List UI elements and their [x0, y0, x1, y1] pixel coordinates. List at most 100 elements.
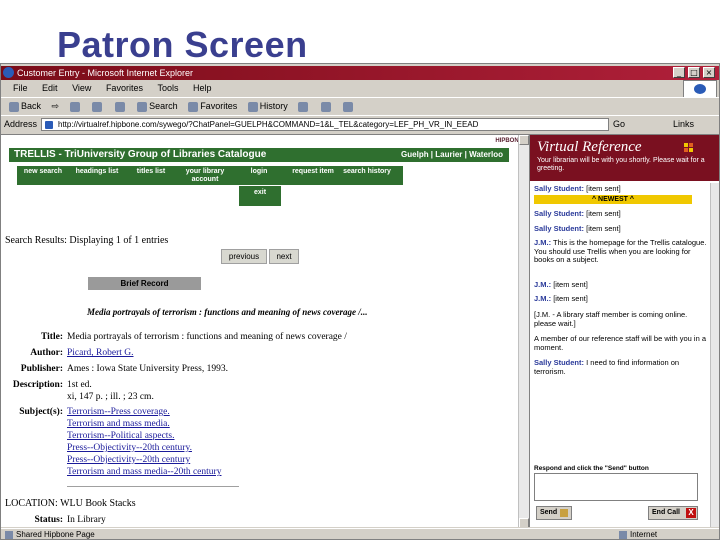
catalogue-nav: new search headings list titles list you… — [17, 166, 403, 185]
chat-system-message: A member of our reference staff will be … — [534, 334, 707, 352]
favorites-button[interactable]: Favorites — [188, 98, 237, 115]
nav-library-account[interactable]: your library account — [181, 166, 229, 184]
subject-link[interactable]: Terrorism--Political aspects. — [67, 431, 175, 441]
exit-button[interactable]: exit — [239, 186, 281, 206]
stop-icon — [69, 101, 80, 112]
status-zone-text: Internet — [630, 530, 658, 539]
scroll-down-arrow-icon[interactable] — [519, 518, 529, 527]
nav-login[interactable]: login — [235, 166, 283, 176]
subject-link[interactable]: Press--Objectivity--20th century. — [67, 443, 192, 453]
mail-icon — [298, 101, 309, 112]
respond-input[interactable] — [534, 473, 698, 501]
history-button[interactable]: History — [247, 98, 288, 115]
back-arrow-icon — [9, 101, 19, 112]
location-text: LOCATION: WLU Book Stacks — [5, 498, 136, 509]
refresh-button[interactable] — [92, 98, 104, 115]
search-label: Search — [149, 101, 178, 111]
minimize-button[interactable]: _ — [673, 67, 685, 78]
chat-message: Sally Student: [item sent] — [534, 209, 708, 219]
author-link[interactable]: Picard, Robert G. — [67, 348, 134, 358]
chat-message: Sally Student: [item sent] — [534, 184, 708, 194]
search-button[interactable]: Search — [137, 98, 178, 115]
chat-message: J.M.: [item sent] — [534, 294, 708, 304]
chat-text: [item sent] — [586, 224, 621, 233]
address-bar: Address http://virtualref.hipbone.com/sy… — [1, 115, 719, 132]
menu-edit[interactable]: Edit — [42, 81, 58, 96]
chat-text: [item sent] — [586, 209, 621, 218]
go-button[interactable]: Go — [613, 118, 663, 131]
chat-sender: Sally Student: — [534, 209, 585, 218]
favorites-label: Favorites — [200, 101, 238, 111]
links-button[interactable]: Links — [673, 119, 694, 129]
chat-text: This is the homepage for the Trellis cat… — [534, 238, 707, 264]
publisher-value: Ames : Iowa State University Press, 1993… — [67, 364, 228, 374]
chat-text: [item sent] — [553, 294, 588, 303]
chat-sender: Sally Student: — [534, 224, 585, 233]
history-label: History — [259, 101, 288, 111]
subject-link[interactable]: Terrorism and mass media--20th century — [67, 467, 221, 477]
brief-record-tab[interactable]: Brief Record — [88, 277, 201, 290]
print-button[interactable] — [320, 98, 333, 115]
status-left: Shared Hipbone Page — [5, 529, 95, 540]
address-input[interactable]: http://virtualref.hipbone.com/sywego/?Ch… — [41, 118, 609, 131]
mail-button[interactable] — [298, 98, 310, 115]
virtual-reference-panel: Virtual Reference Your librarian will be… — [529, 135, 719, 527]
description-physical: xi, 147 p. ; ill. ; 23 cm. — [67, 392, 154, 402]
title-value: Media portrayals of terrorism : function… — [67, 332, 347, 342]
nav-titles-list[interactable]: titles list — [127, 166, 175, 176]
chat-message: J.M.: [item sent] — [534, 280, 708, 290]
newest-marker: ^ NEWEST ^ — [534, 195, 692, 204]
search-icon — [137, 101, 148, 112]
chat-scrollbar[interactable] — [710, 183, 719, 527]
subject-link[interactable]: Press--Objectivity--20th century — [67, 455, 190, 465]
description-label: Description: — [12, 380, 63, 390]
chat-message: Sally Student: I need to find informatio… — [534, 358, 708, 376]
subject-link[interactable]: Terrorism and mass media. — [67, 419, 170, 429]
previous-button[interactable]: previous — [221, 249, 267, 264]
forward-button[interactable]: ⇨ — [52, 98, 60, 115]
history-icon — [247, 101, 258, 112]
menu-view[interactable]: View — [72, 81, 91, 96]
nav-headings-list[interactable]: headings list — [73, 166, 121, 176]
record-divider — [67, 486, 239, 487]
internet-zone-icon — [619, 530, 627, 539]
subjects-label: Subject(s): — [19, 407, 63, 417]
chat-sender: Sally Student: — [534, 184, 585, 193]
edit-button[interactable] — [343, 98, 355, 115]
menu-tools[interactable]: Tools — [157, 81, 178, 96]
close-x-icon: X — [686, 508, 696, 518]
nav-request-item[interactable]: request item — [289, 166, 337, 176]
chat-message: Sally Student: [item sent] — [534, 224, 708, 234]
vr-title: Virtual Reference — [537, 139, 642, 155]
send-button[interactable]: Send — [536, 506, 572, 520]
status-value: In Library — [67, 515, 106, 525]
window-title: Customer Entry - Microsoft Internet Expl… — [17, 68, 194, 78]
address-label: Address — [4, 119, 38, 129]
subject-link[interactable]: Terrorism--Press coverage. — [67, 407, 170, 417]
menu-bar: File Edit View Favorites Tools Help — [1, 80, 719, 98]
menu-help[interactable]: Help — [193, 81, 212, 96]
print-icon — [320, 101, 331, 112]
catalogue-scrollbar[interactable] — [518, 135, 529, 527]
record-heading: Media portrayals of terrorism : function… — [87, 307, 368, 317]
menu-favorites[interactable]: Favorites — [106, 81, 143, 96]
vr-logo-icon — [684, 143, 696, 153]
catalogue-frame: TRELLIS - TriUniversity Group of Librari… — [1, 135, 518, 527]
nav-new-search[interactable]: new search — [19, 166, 67, 176]
scroll-up-arrow-icon[interactable] — [519, 135, 529, 145]
chat-transcript: Sally Student: [item sent] ^ NEWEST ^ Sa… — [530, 183, 710, 461]
next-button[interactable]: next — [269, 249, 299, 264]
refresh-icon — [92, 101, 103, 112]
send-arrow-icon — [560, 509, 568, 517]
stop-button[interactable] — [69, 98, 82, 115]
page-icon — [5, 530, 13, 539]
publisher-label: Publisher: — [20, 364, 63, 374]
back-button[interactable]: Back — [9, 98, 41, 115]
close-button[interactable]: × — [703, 67, 715, 78]
home-button[interactable] — [114, 98, 127, 115]
menu-file[interactable]: File — [13, 81, 28, 96]
maximize-button[interactable]: □ — [688, 67, 700, 78]
nav-search-history[interactable]: search history — [343, 166, 391, 176]
author-label: Author: — [30, 348, 63, 358]
end-call-button[interactable]: End Call X — [648, 506, 698, 520]
